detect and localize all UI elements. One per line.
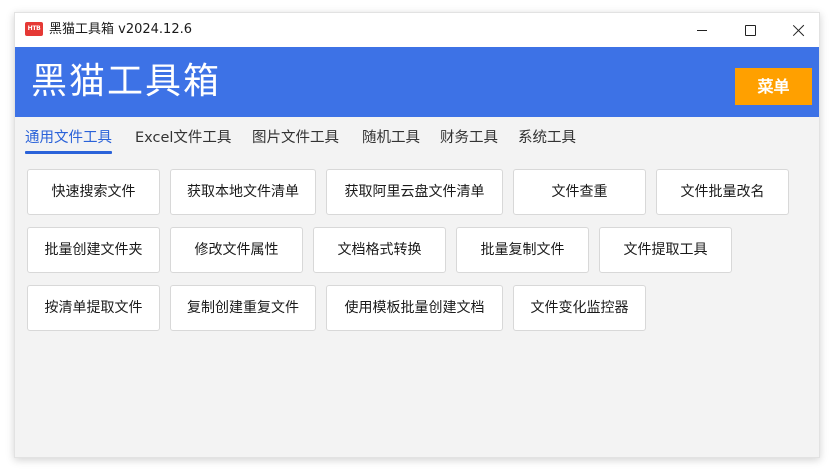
menu-button[interactable]: 菜单	[735, 68, 812, 105]
window-title: 黑猫工具箱 v2024.12.6	[49, 22, 192, 37]
tab-excel-file-tools[interactable]: Excel文件工具	[135, 125, 231, 151]
tab-image-file-tools[interactable]: 图片文件工具	[252, 125, 339, 151]
tab-bar: 通用文件工具 Excel文件工具 图片文件工具 随机工具 财务工具 系统工具	[15, 117, 819, 157]
modify-file-attributes-button[interactable]: 修改文件属性	[170, 227, 303, 273]
template-batch-create-docs-button[interactable]: 使用模板批量创建文档	[326, 285, 503, 331]
app-title: 黑猫工具箱	[31, 61, 222, 102]
batch-rename-files-button[interactable]: 文件批量改名	[656, 169, 789, 215]
minimize-icon	[697, 29, 707, 31]
document-format-convert-button[interactable]: 文档格式转换	[313, 227, 446, 273]
file-change-monitor-button[interactable]: 文件变化监控器	[513, 285, 646, 331]
tab-finance-tools[interactable]: 财务工具	[440, 125, 498, 151]
tab-system-tools[interactable]: 系统工具	[518, 125, 576, 151]
file-extract-tool-button[interactable]: 文件提取工具	[599, 227, 732, 273]
copy-create-duplicate-files-button[interactable]: 复制创建重复文件	[170, 285, 316, 331]
app-window: HTB 黑猫工具箱 v2024.12.6 黑猫工具箱 菜单 通用文件工具 Exc…	[14, 12, 820, 458]
batch-create-folders-button[interactable]: 批量创建文件夹	[27, 227, 160, 273]
file-duplicate-check-button[interactable]: 文件查重	[513, 169, 646, 215]
title-bar[interactable]: HTB 黑猫工具箱 v2024.12.6	[15, 13, 819, 47]
tab-general-file-tools[interactable]: 通用文件工具	[25, 125, 112, 154]
batch-copy-files-button[interactable]: 批量复制文件	[456, 227, 589, 273]
app-logo-icon: HTB	[25, 22, 43, 36]
tab-random-tools[interactable]: 随机工具	[362, 125, 420, 151]
maximize-icon	[744, 24, 756, 36]
local-file-list-button[interactable]: 获取本地文件清单	[170, 169, 316, 215]
aliyun-drive-file-list-button[interactable]: 获取阿里云盘文件清单	[326, 169, 503, 215]
app-header: 黑猫工具箱 菜单	[15, 47, 819, 117]
quick-search-files-button[interactable]: 快速搜索文件	[27, 169, 160, 215]
close-button[interactable]	[775, 13, 821, 47]
minimize-button[interactable]	[679, 13, 725, 47]
extract-files-by-list-button[interactable]: 按清单提取文件	[27, 285, 160, 331]
close-icon	[792, 24, 805, 37]
maximize-button[interactable]	[727, 13, 773, 47]
